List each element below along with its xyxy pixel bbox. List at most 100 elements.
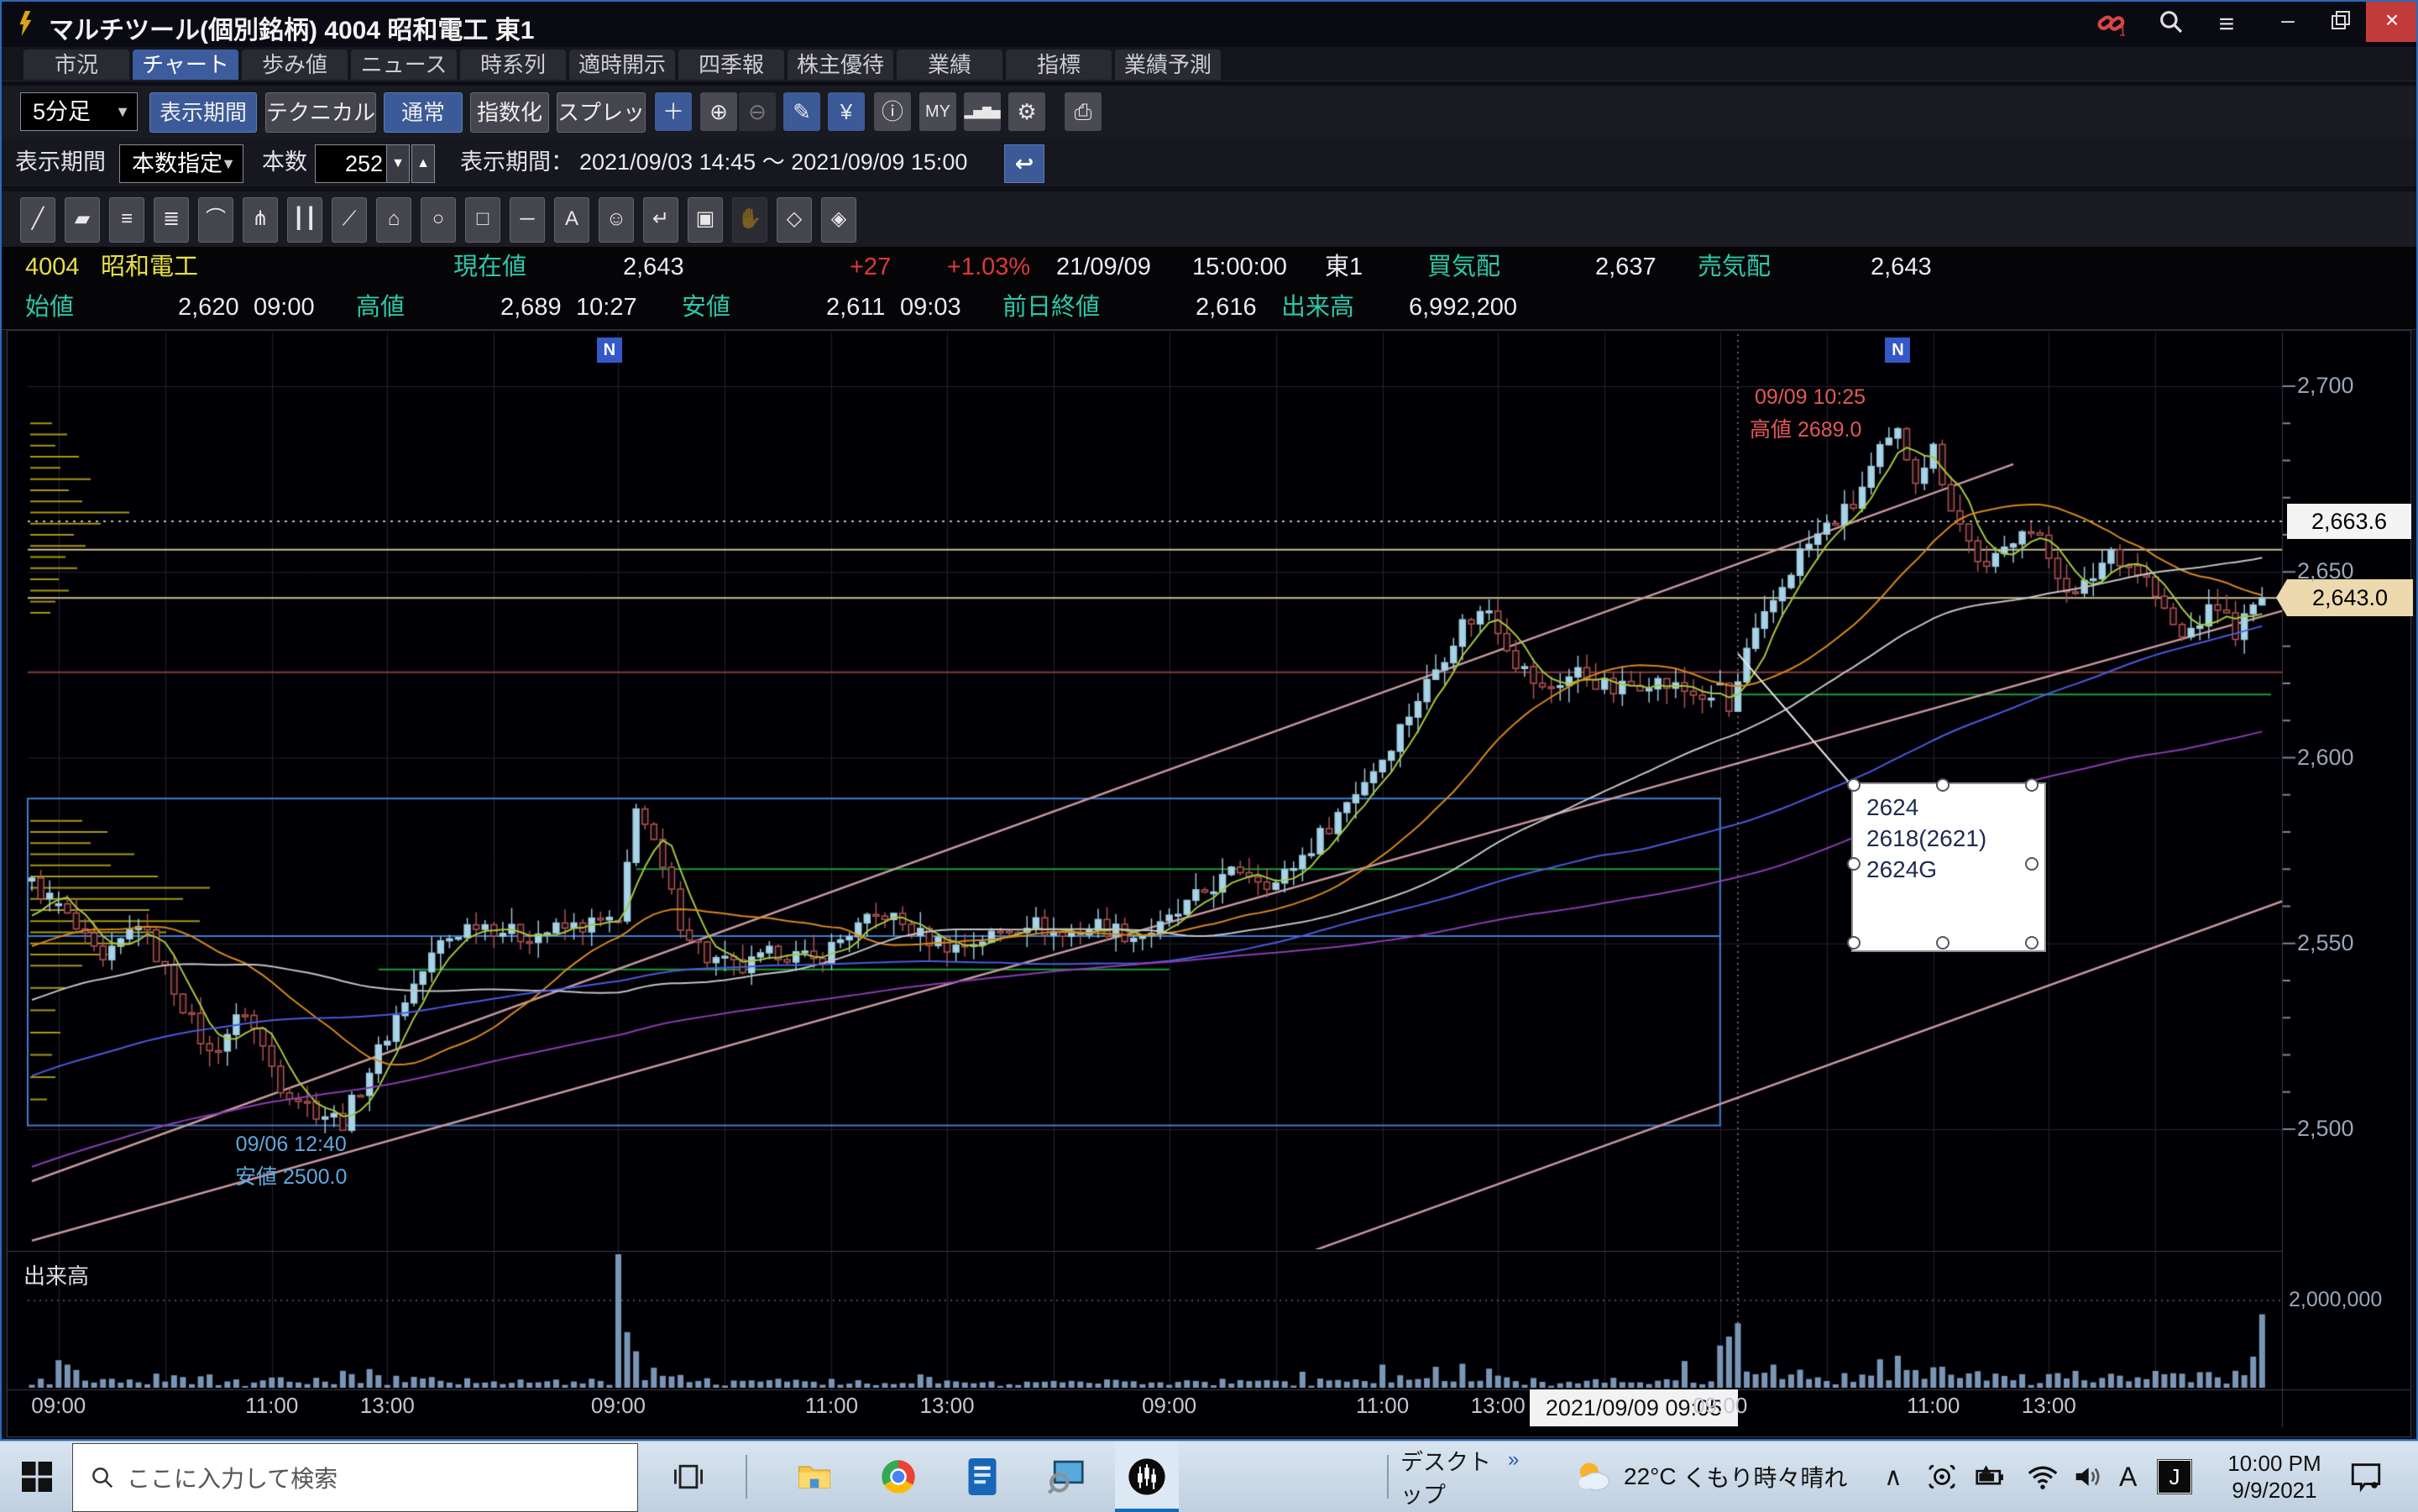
ime-language-indicator[interactable]: J bbox=[2158, 1460, 2191, 1494]
desktop-toolbar[interactable]: デスクトップ bbox=[1400, 1441, 1510, 1512]
polygon-tool[interactable]: ⌂ bbox=[376, 197, 411, 243]
close-button[interactable]: × bbox=[2366, 0, 2418, 42]
reset-period-button[interactable]: ↩ bbox=[1004, 144, 1044, 183]
quote-high_label: 高値 bbox=[356, 287, 405, 327]
trading-app-button[interactable] bbox=[1118, 1441, 1175, 1512]
start-button[interactable] bbox=[12, 1441, 62, 1512]
quote-price_label: 現在値 bbox=[453, 247, 526, 287]
file-explorer-button[interactable] bbox=[788, 1441, 841, 1512]
tab-株主優待[interactable]: 株主優待 bbox=[788, 50, 893, 80]
period-mode-dropdown[interactable]: 本数指定▼ bbox=[119, 144, 243, 183]
my-indicator-icon[interactable]: MY bbox=[919, 92, 956, 131]
yen-icon[interactable]: ¥ bbox=[828, 92, 865, 131]
tab-市況[interactable]: 市況 bbox=[24, 50, 129, 80]
crosshair-icon[interactable]: ＋ bbox=[655, 92, 692, 131]
rectangle-tool[interactable]: □ bbox=[465, 197, 500, 243]
battery-icon[interactable] bbox=[1975, 1460, 2007, 1494]
meet-now-icon[interactable] bbox=[1928, 1460, 1956, 1494]
speaker-icon[interactable] bbox=[2074, 1460, 2106, 1494]
count-up-button[interactable]: ▲ bbox=[411, 144, 435, 183]
copy-tool[interactable]: ▣ bbox=[688, 197, 723, 243]
zoom-in-icon[interactable]: ⊕ bbox=[700, 92, 737, 131]
quote-open_time: 09:00 bbox=[254, 287, 315, 327]
count-label: 本数 bbox=[262, 138, 307, 186]
quote-change_pct: +1.03% bbox=[947, 247, 1030, 287]
document-app-icon bbox=[966, 1458, 999, 1495]
hidden-icons-chevron[interactable]: ∧ bbox=[1884, 1460, 1902, 1494]
count-input[interactable]: 252 bbox=[315, 144, 395, 183]
arc-tool[interactable]: ⌒ bbox=[198, 197, 233, 243]
chrome-button[interactable] bbox=[871, 1441, 925, 1512]
tab-業績予測[interactable]: 業績予測 bbox=[1115, 50, 1221, 80]
task-view-button[interactable] bbox=[663, 1441, 714, 1512]
hand-tool[interactable]: ✋ bbox=[732, 197, 767, 243]
toolbar-button-テクニカル[interactable]: テクニカル bbox=[265, 92, 376, 133]
price-chart-canvas[interactable] bbox=[7, 330, 2411, 1437]
tab-適時開示[interactable]: 適時開示 bbox=[569, 50, 675, 80]
clock-date: 9/9/2021 bbox=[2232, 1477, 2316, 1504]
toolbar-button-指数化[interactable]: 指数化 bbox=[470, 92, 549, 133]
tab-四季報[interactable]: 四季報 bbox=[678, 50, 784, 80]
tab-業績[interactable]: 業績 bbox=[897, 50, 1002, 80]
weather-icon[interactable] bbox=[1565, 1441, 1620, 1512]
menu-icon[interactable]: ≡ bbox=[2208, 8, 2245, 39]
document-app-button[interactable] bbox=[955, 1441, 1009, 1512]
horizontal-segment-tool[interactable]: ─ bbox=[510, 197, 545, 243]
desktop-chevron[interactable]: » bbox=[1508, 1448, 1519, 1472]
period-label: 表示期間 bbox=[15, 138, 106, 186]
interval-dropdown[interactable]: 5分足▼ bbox=[20, 92, 138, 131]
wrench-icon[interactable]: ⚙ bbox=[1008, 92, 1045, 131]
link-icon[interactable]: 1 bbox=[2092, 8, 2129, 39]
tab-チャート[interactable]: チャート bbox=[133, 50, 238, 80]
action-center-icon[interactable] bbox=[2349, 1460, 2383, 1494]
info-icon[interactable]: ⓘ bbox=[874, 92, 911, 131]
quote-bid_label: 買気配 bbox=[1427, 247, 1500, 287]
quote-open: 2,620 bbox=[178, 287, 239, 327]
ellipse-tool[interactable]: ○ bbox=[421, 197, 456, 243]
taskbar-search-input[interactable]: ここに入力して検索 bbox=[72, 1443, 638, 1512]
area-chart-icon[interactable]: ▂▅▇▅ bbox=[964, 92, 1001, 131]
quote-low_label: 安値 bbox=[682, 287, 730, 327]
task-view-icon bbox=[674, 1462, 703, 1491]
zoom-out-icon[interactable]: ⊖ bbox=[739, 92, 776, 131]
taskbar-separator bbox=[746, 1455, 747, 1499]
ruler-tool[interactable]: ▰ bbox=[65, 197, 100, 243]
screen-magnifier-icon bbox=[1048, 1459, 1085, 1494]
remote-viewer-button[interactable] bbox=[1039, 1441, 1093, 1512]
taskbar-clock[interactable]: 10:00 PM 9/9/2021 bbox=[2220, 1441, 2329, 1512]
pencil-icon[interactable]: ✎ bbox=[783, 92, 820, 131]
eraser-all-tool[interactable]: ◈ bbox=[821, 197, 856, 243]
ime-mode-indicator[interactable]: A bbox=[2119, 1460, 2137, 1494]
trading-app-icon bbox=[1128, 1457, 1166, 1496]
tab-指標[interactable]: 指標 bbox=[1006, 50, 1112, 80]
toolbar-button-表示期間[interactable]: 表示期間 bbox=[149, 92, 257, 133]
toolbar-button-スプレッド[interactable]: スプレッド bbox=[557, 92, 646, 133]
search-icon bbox=[90, 1465, 115, 1490]
tab-歩み値[interactable]: 歩み値 bbox=[242, 50, 348, 80]
weather-info[interactable]: 22°C くもり時々晴れ bbox=[1624, 1441, 1876, 1512]
wifi-icon[interactable] bbox=[2027, 1460, 2059, 1494]
print-icon[interactable]: ⎙ bbox=[1065, 92, 1102, 131]
quote-ask: 2,643 bbox=[1871, 247, 1932, 287]
count-down-button[interactable]: ▼ bbox=[386, 144, 410, 183]
quote-change: +27 bbox=[850, 247, 891, 287]
icon-stamp-tool[interactable]: ☺ bbox=[599, 197, 634, 243]
text-tool[interactable]: A bbox=[554, 197, 589, 243]
minimize-button[interactable]: – bbox=[2262, 0, 2314, 42]
trend-line-tool[interactable]: ╱ bbox=[20, 197, 55, 243]
eraser-tool[interactable]: ◇ bbox=[777, 197, 812, 243]
restore-button[interactable] bbox=[2314, 0, 2366, 42]
period-toolbar: 表示期間 本数指定▼ 本数 252 ▼ ▲ 表示期間： 2021/09/03 1… bbox=[0, 138, 2418, 186]
horizontal-lines-tool[interactable]: ≡ bbox=[109, 197, 144, 243]
fan-lines-tool[interactable]: ⋔ bbox=[243, 197, 278, 243]
pitchfork-tool[interactable]: ⟋ bbox=[332, 197, 367, 243]
fibonacci-lines-tool[interactable]: ≣ bbox=[154, 197, 189, 243]
restore-icon bbox=[2332, 11, 2348, 28]
vertical-lines-tool[interactable]: ┃┃ bbox=[287, 197, 322, 243]
tab-時系列[interactable]: 時系列 bbox=[460, 50, 566, 80]
quote-prev_close_label: 前日終値 bbox=[1002, 287, 1100, 327]
search-icon[interactable] bbox=[2153, 8, 2190, 39]
callout-tool[interactable]: ↵ bbox=[643, 197, 678, 243]
toolbar-button-通常[interactable]: 通常 bbox=[384, 92, 463, 133]
tab-ニュース[interactable]: ニュース bbox=[351, 50, 457, 80]
